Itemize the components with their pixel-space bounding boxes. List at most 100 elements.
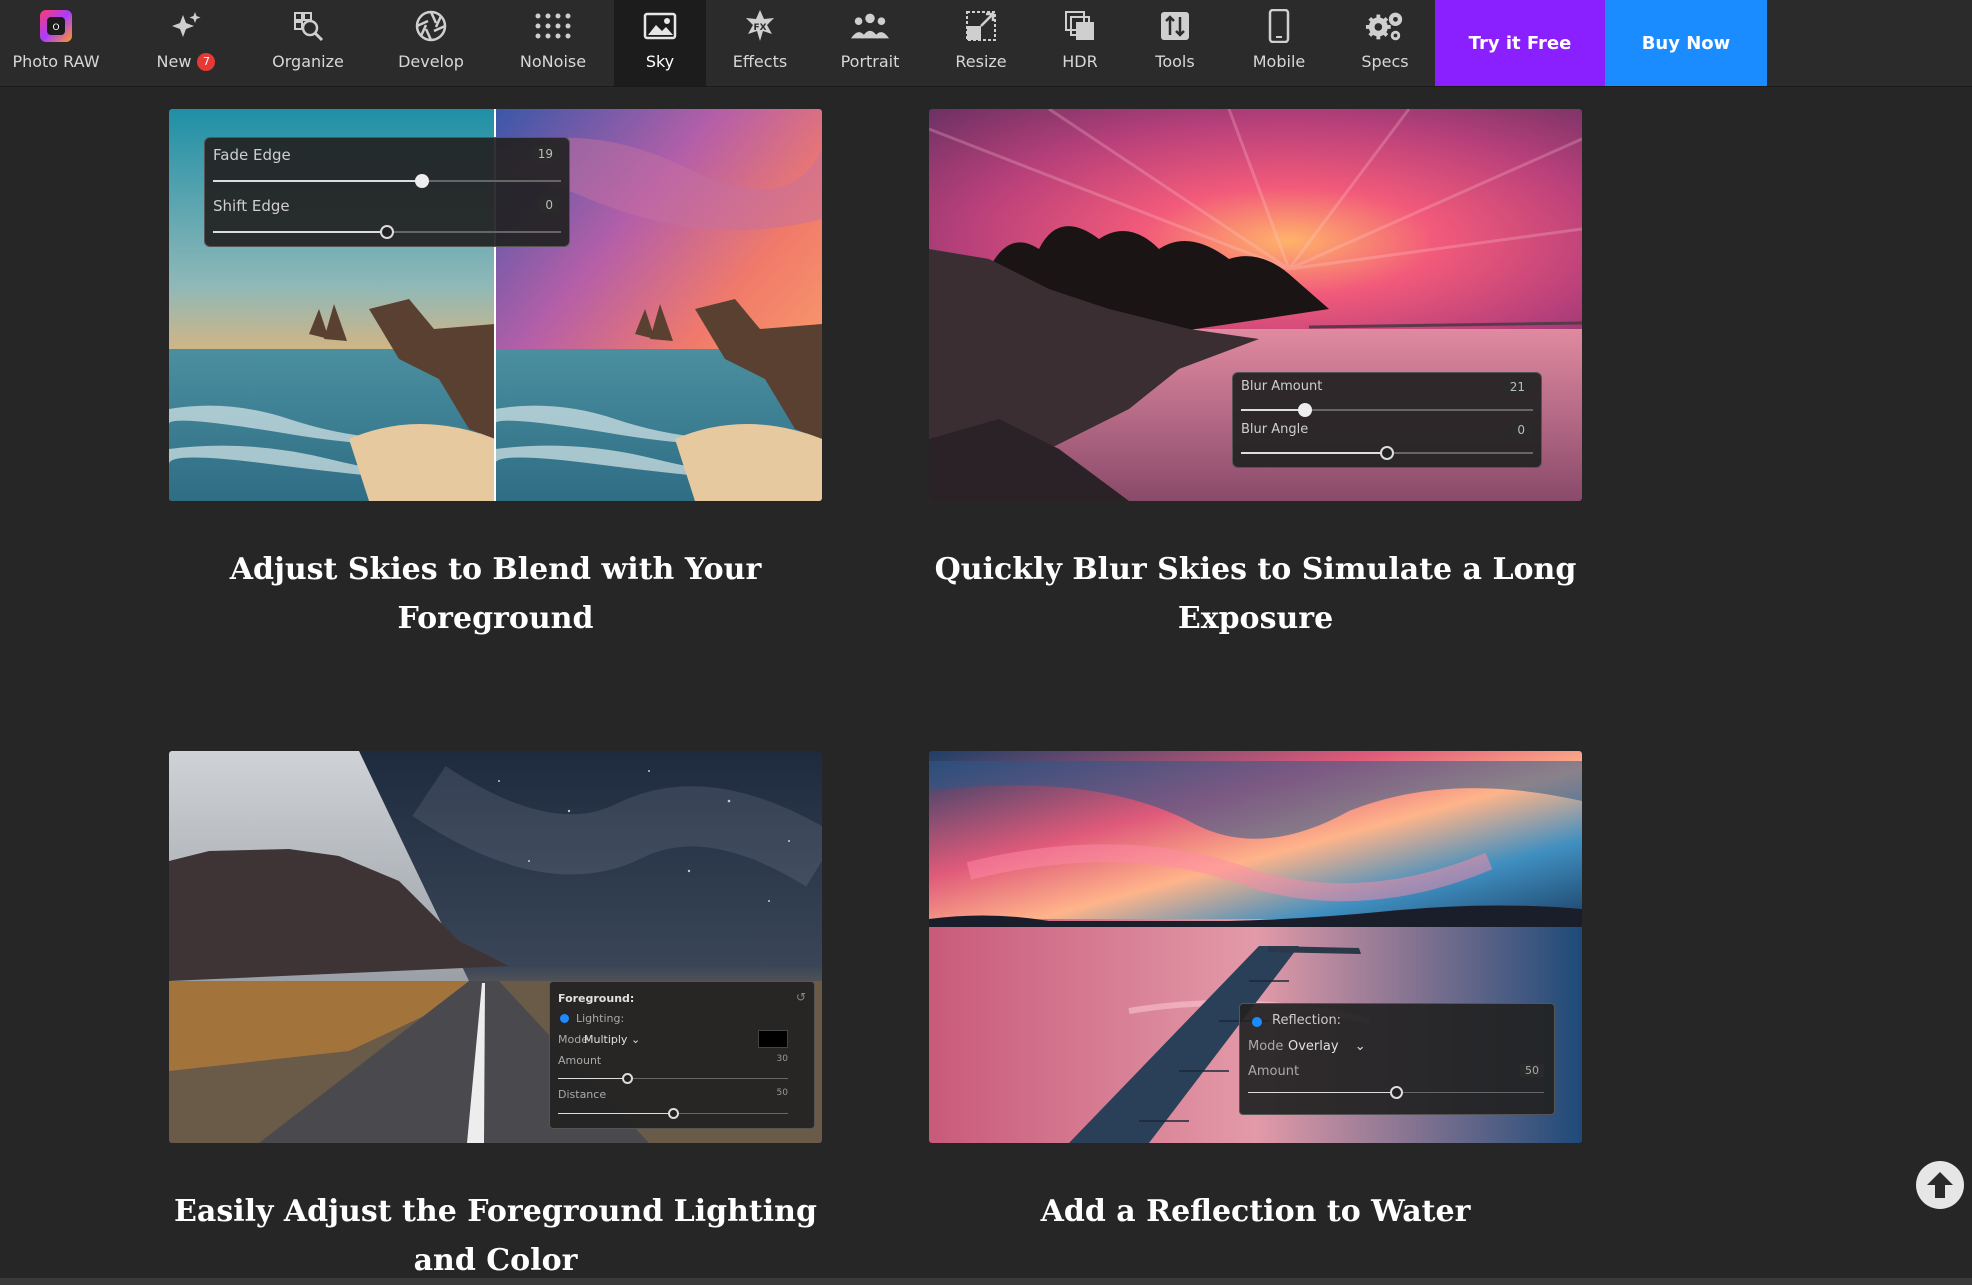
shift-edge-fill bbox=[213, 231, 387, 233]
shift-edge-knob[interactable] bbox=[380, 225, 394, 239]
chevron-down-icon: ⌄ bbox=[1354, 1039, 1366, 1054]
reflection-mode-select[interactable]: Overlay ⌄ bbox=[1288, 1039, 1366, 1054]
reflection-amount-label: Amount bbox=[1248, 1064, 1300, 1079]
reset-icon[interactable]: ↺ bbox=[796, 990, 806, 1004]
chevron-down-icon: ⌄ bbox=[630, 1033, 641, 1046]
fade-edge-slider[interactable] bbox=[213, 174, 561, 188]
fade-edge-fill bbox=[213, 180, 422, 182]
sparkle-star-icon bbox=[166, 6, 206, 46]
distance-fill bbox=[558, 1113, 673, 1114]
lighting-label: Lighting: bbox=[576, 1012, 625, 1025]
water-reflection-image: Reflection: Mode Overlay ⌄ Amount 50 bbox=[929, 751, 1582, 1143]
nav-label: New bbox=[156, 52, 192, 71]
blur-amount-knob[interactable] bbox=[1298, 403, 1313, 417]
nav-item-effects[interactable]: FX Effects bbox=[714, 0, 806, 86]
blur-angle-knob[interactable] bbox=[1380, 446, 1394, 460]
blur-amount-slider[interactable] bbox=[1241, 403, 1533, 417]
buy-now-button[interactable]: Buy Now bbox=[1605, 0, 1767, 86]
nav-item-nonoise[interactable]: NoNoise bbox=[507, 0, 599, 86]
lighting-toggle[interactable] bbox=[560, 1014, 569, 1023]
reflection-amount-knob[interactable] bbox=[1390, 1086, 1403, 1099]
blend-title: Adjust Skies to Blend with Your Foregrou… bbox=[169, 545, 822, 643]
try-it-free-button[interactable]: Try it Free bbox=[1435, 0, 1605, 86]
distance-knob[interactable] bbox=[668, 1108, 679, 1119]
nav-label: HDR bbox=[1062, 52, 1098, 71]
bottom-scrollbar[interactable] bbox=[0, 1278, 1972, 1285]
blur-amount-label: Blur Amount bbox=[1241, 379, 1323, 394]
resize-arrow-icon bbox=[961, 6, 1001, 46]
phone-icon bbox=[1259, 6, 1299, 46]
foreground-lighting-image: Foreground: ↺ Lighting: Mode Multiply ⌄ … bbox=[169, 751, 822, 1143]
reflection-title-line1: Add a Reflection to Water bbox=[1040, 1194, 1471, 1229]
nav-item-portrait[interactable]: Portrait bbox=[824, 0, 916, 86]
amount-value[interactable]: 30 bbox=[777, 1054, 788, 1064]
nav-label: Mobile bbox=[1252, 52, 1306, 71]
nav-item-photo-raw[interactable]: O Photo RAW bbox=[0, 0, 112, 86]
reflection-amount-slider[interactable] bbox=[1248, 1086, 1544, 1099]
amount-label: Amount bbox=[558, 1054, 602, 1067]
nav-label: Resize bbox=[955, 52, 1007, 71]
blur-title: Quickly Blur Skies to Simulate a Long Ex… bbox=[929, 545, 1582, 643]
aperture-icon bbox=[411, 6, 451, 46]
reflection-title: Add a Reflection to Water bbox=[929, 1187, 1582, 1236]
fade-edge-value[interactable]: 19 bbox=[531, 146, 559, 162]
arrow-up-icon bbox=[1927, 1172, 1953, 1198]
distance-value[interactable]: 50 bbox=[777, 1088, 788, 1098]
nav-item-tools[interactable]: Tools bbox=[1129, 0, 1221, 86]
distance-slider[interactable] bbox=[558, 1108, 788, 1119]
reflection-toggle[interactable] bbox=[1252, 1017, 1262, 1027]
magnifier-grid-icon bbox=[288, 6, 328, 46]
blur-title-line2: Exposure bbox=[1177, 601, 1334, 636]
nav-label: Tools bbox=[1155, 52, 1195, 71]
amount-slider[interactable] bbox=[558, 1073, 788, 1084]
people-icon bbox=[850, 6, 890, 46]
mode-value: Multiply bbox=[584, 1033, 628, 1046]
reflection-mode-label: Mode bbox=[1248, 1039, 1284, 1054]
color-swatch[interactable] bbox=[758, 1030, 788, 1048]
reflection-amount-value[interactable]: 50 bbox=[1520, 1064, 1544, 1077]
blend-title-line2: Foreground bbox=[397, 601, 594, 636]
distance-label: Distance bbox=[558, 1088, 607, 1101]
nav-item-hdr[interactable]: HDR bbox=[1034, 0, 1126, 86]
sky-blur-image: Blur Amount 21 Blur Angle 0 bbox=[929, 109, 1582, 501]
gears-icon bbox=[1365, 6, 1405, 46]
reflection-amount-fill bbox=[1248, 1092, 1396, 1093]
reflection-header: Reflection: bbox=[1272, 1013, 1342, 1028]
nav-label: Portrait bbox=[840, 52, 900, 71]
nav-item-specs[interactable]: Specs bbox=[1339, 0, 1431, 86]
blur-amount-value[interactable]: 21 bbox=[1503, 379, 1531, 395]
shift-edge-slider[interactable] bbox=[213, 225, 561, 239]
nav-item-new[interactable]: New 7 bbox=[140, 0, 232, 86]
blend-controls-panel: Fade Edge 19 Shift Edge 0 bbox=[204, 137, 570, 247]
shift-edge-value[interactable]: 0 bbox=[539, 197, 559, 213]
nav-item-develop[interactable]: Develop bbox=[385, 0, 477, 86]
fade-edge-knob[interactable] bbox=[414, 174, 429, 188]
scroll-to-top-button[interactable] bbox=[1916, 1161, 1964, 1209]
nav-label: Sky bbox=[645, 52, 675, 71]
blur-angle-slider[interactable] bbox=[1241, 446, 1533, 460]
fx-star-icon: FX bbox=[740, 6, 780, 46]
svg-text:O: O bbox=[52, 23, 59, 33]
blend-title-line1: Adjust Skies to Blend with Your bbox=[229, 552, 762, 587]
top-nav: O Photo RAW New 7 Organize Develop NoNois… bbox=[0, 0, 1972, 87]
foreground-title: Easily Adjust the Foreground Lighting an… bbox=[169, 1187, 822, 1285]
sky-image-icon bbox=[640, 6, 680, 46]
nav-item-organize[interactable]: Organize bbox=[262, 0, 354, 86]
nav-label: Effects bbox=[732, 52, 788, 71]
blur-angle-value[interactable]: 0 bbox=[1511, 422, 1531, 438]
blur-title-line1: Quickly Blur Skies to Simulate a Long bbox=[934, 552, 1577, 587]
foreground-title-line1: Easily Adjust the Foreground Lighting bbox=[174, 1194, 817, 1229]
nav-item-sky[interactable]: Sky bbox=[614, 0, 706, 86]
shift-edge-label: Shift Edge bbox=[213, 197, 290, 215]
mode-select[interactable]: Multiply ⌄ bbox=[584, 1033, 640, 1046]
nav-item-mobile[interactable]: Mobile bbox=[1233, 0, 1325, 86]
sky-blend-image: Fade Edge 19 Shift Edge 0 bbox=[169, 109, 822, 501]
reflection-mode-value: Overlay bbox=[1288, 1039, 1339, 1054]
nav-label: Photo RAW bbox=[12, 52, 100, 71]
blur-angle-fill bbox=[1241, 452, 1387, 454]
nav-item-resize[interactable]: Resize bbox=[935, 0, 1027, 86]
blur-amount-fill bbox=[1241, 409, 1306, 411]
nav-label: Develop bbox=[398, 52, 464, 71]
photo-raw-logo-icon: O bbox=[36, 6, 76, 46]
amount-knob[interactable] bbox=[622, 1073, 633, 1084]
